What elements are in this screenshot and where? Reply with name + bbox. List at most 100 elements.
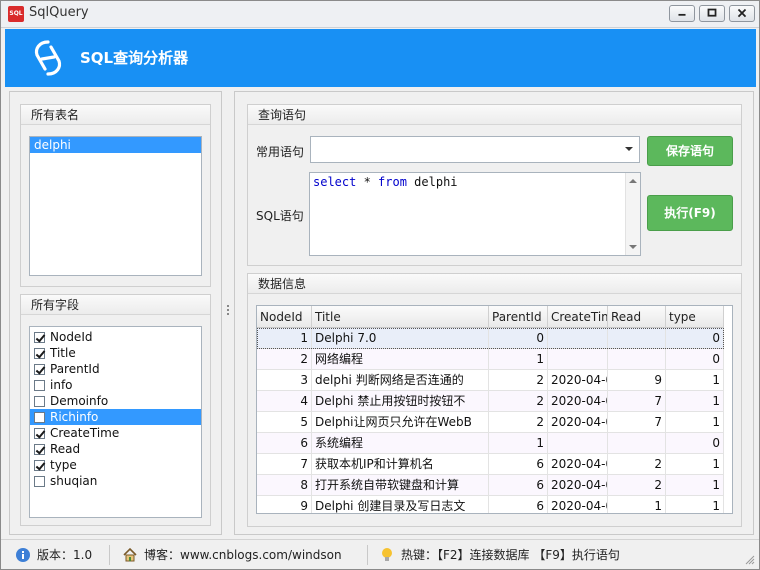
field-checkbox[interactable] [34, 363, 45, 375]
table-cell[interactable]: Delphi 7.0 [312, 328, 489, 348]
chevron-down-icon[interactable] [625, 147, 633, 151]
table-cell[interactable]: Delphi 创建目录及写日志文 [312, 496, 489, 513]
field-checkbox[interactable] [34, 459, 45, 471]
field-checkbox[interactable] [34, 427, 45, 439]
table-cell[interactable]: 7 [257, 454, 312, 474]
column-header[interactable]: NodeId [257, 306, 312, 328]
column-header[interactable]: CreateTim [548, 306, 608, 328]
table-cell[interactable]: Delphi让网页只允许在WebB [312, 412, 489, 432]
field-checkbox[interactable] [34, 443, 45, 455]
save-query-button[interactable]: 保存语句 [647, 136, 733, 166]
table-cell[interactable]: 1 [666, 370, 724, 390]
panel-splitter[interactable] [226, 305, 230, 319]
table-cell[interactable]: 1 [257, 328, 312, 348]
field-item[interactable]: Demoinfo [30, 393, 201, 409]
field-checkbox[interactable] [34, 347, 45, 359]
column-header[interactable]: Read [608, 306, 666, 328]
field-checkbox[interactable] [34, 475, 45, 487]
table-cell[interactable]: 2 [257, 349, 312, 369]
field-item[interactable]: shuqian [30, 473, 201, 489]
table-cell[interactable]: 1 [666, 454, 724, 474]
table-row[interactable]: 1 Delphi 7.0 0 0 [257, 328, 724, 349]
field-item[interactable]: Read [30, 441, 201, 457]
table-cell[interactable]: 1 [666, 412, 724, 432]
table-cell[interactable]: 6 [489, 496, 548, 513]
table-cell[interactable] [608, 328, 666, 348]
sql-editor-scrollbar[interactable] [625, 173, 640, 255]
table-cell[interactable]: 2020-04-0 [548, 475, 608, 495]
table-cell[interactable]: 2020-04-0 [548, 454, 608, 474]
table-cell[interactable]: 2020-04-0 [548, 412, 608, 432]
column-header[interactable]: ParentId [489, 306, 548, 328]
table-cell[interactable]: 1 [489, 349, 548, 369]
field-item[interactable]: NodeId [30, 329, 201, 345]
field-item[interactable]: CreateTime [30, 425, 201, 441]
minimize-button[interactable] [669, 5, 695, 22]
table-cell[interactable]: 0 [666, 349, 724, 369]
column-header[interactable]: Title [312, 306, 489, 328]
table-cell[interactable] [608, 433, 666, 453]
sql-editor[interactable]: select * from delphi [309, 172, 641, 256]
table-cell[interactable]: 2020-04-0 [548, 496, 608, 513]
table-cell[interactable]: 2 [489, 412, 548, 432]
table-cell[interactable]: 系统编程 [312, 433, 489, 453]
field-item[interactable]: ParentId [30, 361, 201, 377]
table-cell[interactable]: 获取本机IP和计算机名 [312, 454, 489, 474]
table-cell[interactable]: 6 [257, 433, 312, 453]
field-checkbox[interactable] [34, 411, 45, 423]
table-cell[interactable]: Delphi 禁止用按钮时按钮不 [312, 391, 489, 411]
table-cell[interactable]: 6 [489, 475, 548, 495]
table-cell[interactable]: 2 [608, 475, 666, 495]
data-grid[interactable]: NodeId Title ParentId CreateTim Read type 1 De… [256, 305, 733, 514]
maximize-button[interactable] [699, 5, 725, 22]
table-cell[interactable]: 5 [257, 412, 312, 432]
table-row[interactable]: 5 Delphi让网页只允许在WebB 2 2020-04-0 7 1 [257, 412, 724, 433]
table-cell[interactable]: 9 [257, 496, 312, 513]
field-checkbox[interactable] [34, 379, 45, 391]
table-cell[interactable]: 7 [608, 391, 666, 411]
table-cell[interactable]: 6 [489, 454, 548, 474]
table-cell[interactable]: 3 [257, 370, 312, 390]
table-cell[interactable]: 1 [608, 496, 666, 513]
field-item[interactable]: info [30, 377, 201, 393]
table-cell[interactable]: 打开系统自带软键盘和计算 [312, 475, 489, 495]
column-header[interactable]: type [666, 306, 724, 328]
field-item[interactable]: Title [30, 345, 201, 361]
table-cell[interactable]: 2 [489, 370, 548, 390]
resize-grip-icon[interactable] [745, 555, 755, 565]
title-bar[interactable]: SQL SqlQuery [1, 1, 759, 28]
table-row[interactable]: 2 网络编程 1 0 [257, 349, 724, 370]
common-query-combo[interactable] [310, 136, 640, 163]
table-row[interactable]: 6 系统编程 1 0 [257, 433, 724, 454]
fields-list[interactable]: NodeId Title ParentId info Demoinfo Richinfo C… [29, 326, 202, 518]
table-cell[interactable]: 2 [489, 391, 548, 411]
table-cell[interactable] [548, 328, 608, 348]
table-cell[interactable]: 2 [608, 454, 666, 474]
table-cell[interactable] [548, 349, 608, 369]
table-cell[interactable]: 1 [666, 391, 724, 411]
table-row[interactable]: 7 获取本机IP和计算机名 6 2020-04-0 2 1 [257, 454, 724, 475]
table-row[interactable]: 9 Delphi 创建目录及写日志文 6 2020-04-0 1 1 [257, 496, 724, 513]
table-row[interactable]: 4 Delphi 禁止用按钮时按钮不 2 2020-04-0 7 1 [257, 391, 724, 412]
field-item[interactable]: Richinfo [30, 409, 201, 425]
table-cell[interactable]: 1 [489, 433, 548, 453]
table-cell[interactable]: 1 [666, 496, 724, 513]
field-item[interactable]: type [30, 457, 201, 473]
table-cell[interactable]: 0 [666, 433, 724, 453]
sql-text[interactable]: select * from delphi [313, 175, 458, 189]
close-button[interactable] [729, 5, 755, 22]
table-row[interactable]: 8 打开系统自带软键盘和计算 6 2020-04-0 2 1 [257, 475, 724, 496]
field-checkbox[interactable] [34, 395, 45, 407]
table-cell[interactable]: 网络编程 [312, 349, 489, 369]
table-cell[interactable]: 4 [257, 391, 312, 411]
table-cell[interactable]: 2020-04-0 [548, 370, 608, 390]
table-cell[interactable]: 8 [257, 475, 312, 495]
execute-button[interactable]: 执行(F9) [647, 195, 733, 231]
field-checkbox[interactable] [34, 331, 45, 343]
table-cell[interactable]: 9 [608, 370, 666, 390]
table-cell[interactable] [608, 349, 666, 369]
table-cell[interactable]: 1 [666, 475, 724, 495]
table-cell[interactable]: 7 [608, 412, 666, 432]
table-cell[interactable]: 0 [666, 328, 724, 348]
table-cell[interactable]: 2020-04-0 [548, 391, 608, 411]
